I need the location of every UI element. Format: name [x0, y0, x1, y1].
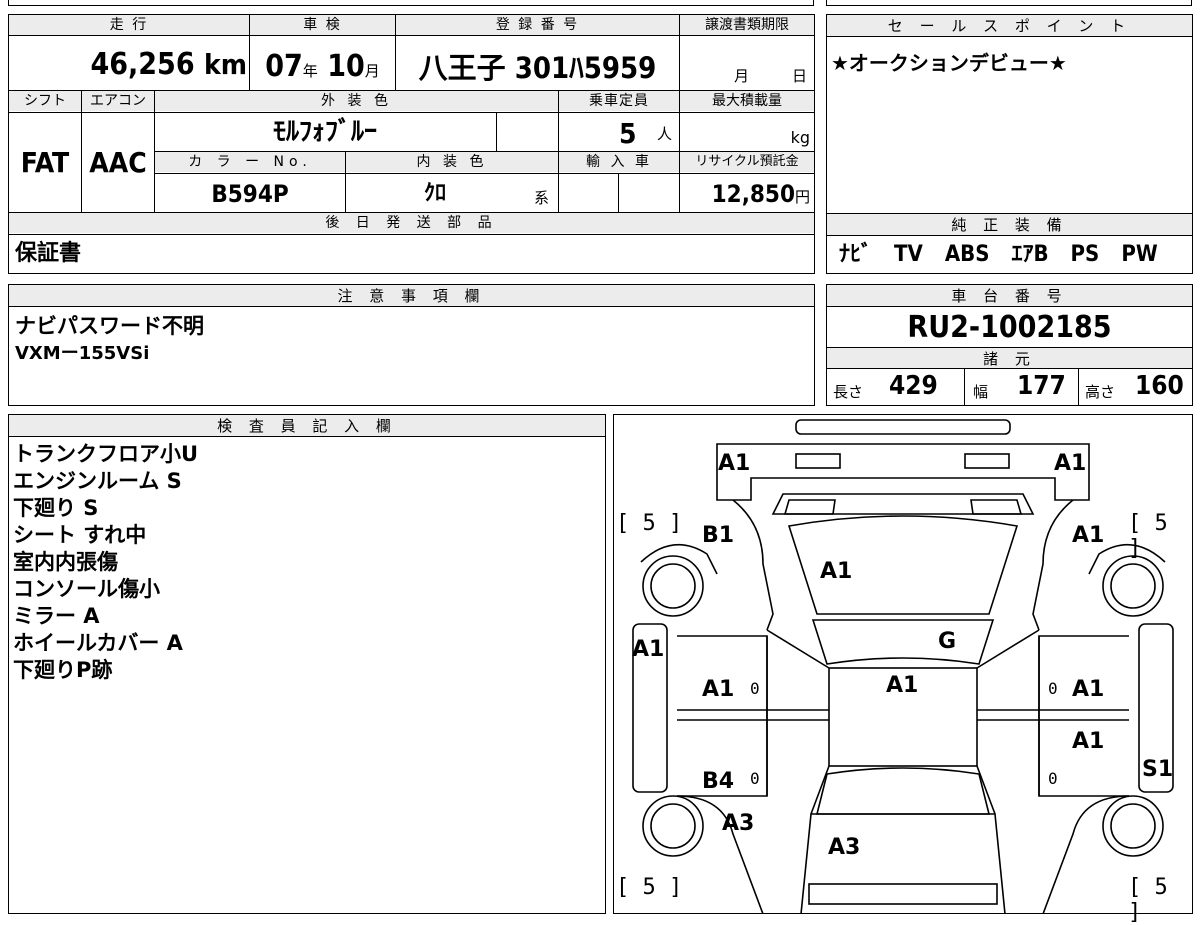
caution-line: VXMー155VSi — [15, 343, 150, 364]
mileage-label: 走 行 — [9, 15, 249, 35]
chassis-label: 車 台 番 号 — [827, 285, 1192, 307]
car-diagram-box: A1 A1 B1 A1 A1 G A1 A1 A1 A1 B4 A1 S1 A3… — [613, 414, 1193, 925]
inspector-line: 下廻り S — [13, 496, 99, 520]
colorno-value: B594P — [211, 180, 289, 208]
mark-step-right: S1 — [1142, 757, 1174, 782]
tire-depth-front-left: [ 5 ] — [616, 511, 683, 536]
sales-point-label: セ ー ル ス ポ イ ン ト — [827, 15, 1192, 37]
exterior-value: ﾓﾙﾌｫﾌﾞﾙｰ — [272, 117, 377, 147]
inspector-lines: トランクフロア小U エンジンルーム S 下廻り S シート すれ中 室内内張傷 … — [13, 441, 198, 684]
equipment-label: 純 正 装 備 — [827, 214, 1192, 236]
interior-label: 内 装 色 — [346, 152, 558, 172]
zero-mark: 0 — [750, 769, 760, 788]
maxload-value: kg — [790, 128, 810, 147]
mileage-value: 46,256 km — [90, 47, 247, 82]
zero-mark: 0 — [1048, 769, 1058, 788]
car-diagram-icon — [631, 418, 1174, 914]
inspector-box: 検 査 員 記 入 欄 トランクフロア小U エンジンルーム S 下廻り S シー… — [8, 414, 606, 914]
aircon-label: エアコン — [82, 91, 154, 111]
vehicle-info-table: 走 行 車 検 登 録 番 号 譲渡書類期限 46,256 km 07年 10月… — [8, 14, 815, 274]
zero-mark: 0 — [1048, 679, 1058, 698]
mark-pillar-left: A1 — [632, 637, 665, 662]
height-spec: 高さ 160 — [1085, 371, 1184, 401]
length-spec: 長さ 429 — [827, 369, 965, 405]
chassis-value: RU2-1002185 — [907, 310, 1112, 345]
spec-label: 諸 元 — [827, 347, 1192, 369]
shift-value: FAT — [20, 146, 70, 179]
tire-depth-rear-left: [ 5 ] — [616, 875, 683, 900]
capacity-label: 乗車定員 — [559, 91, 679, 111]
inspection-value: 07年 10月 — [265, 49, 380, 84]
inspector-line: トランクフロア小U — [13, 442, 199, 466]
import-label: 輸 入 車 — [559, 152, 679, 172]
inspector-line: 室内内張傷 — [13, 550, 118, 574]
mark-roof: A1 — [886, 673, 919, 698]
exterior-label: 外 装 色 — [155, 91, 558, 111]
recycle-label: リサイクル預託金 — [680, 152, 814, 172]
mark-door-rear-right: A1 — [1072, 729, 1105, 754]
mark-door-front-left: A1 — [702, 677, 735, 702]
inspector-line: 下廻りP跡 — [13, 658, 113, 682]
mark-front-left: A1 — [718, 451, 751, 476]
mark-door-rear-left: B4 — [702, 769, 735, 794]
zero-mark: 0 — [750, 679, 760, 698]
inspector-line: シート すれ中 — [13, 523, 147, 547]
mark-hood: A1 — [820, 559, 853, 584]
width-spec: 幅 177 — [965, 369, 1079, 405]
capacity-value: 5 人 — [619, 117, 673, 150]
caution-box: 注 意 事 項 欄 ナビパスワード不明 VXMー155VSi — [8, 284, 815, 406]
caution-line: ナビパスワード不明 — [15, 314, 204, 338]
shipping-label: 後 日 発 送 部 品 — [9, 213, 814, 233]
shipping-value: 保証書 — [15, 241, 82, 266]
inspection-label: 車 検 — [250, 15, 395, 35]
inspector-line: エンジンルーム S — [13, 469, 182, 493]
sales-point-box: セ ー ル ス ポ イ ン ト ★オークションデビュー★ — [826, 14, 1193, 214]
mark-windshield: G — [938, 629, 957, 654]
interior-value: ｸﾛ 系 — [424, 181, 550, 207]
inspector-label: 検 査 員 記 入 欄 — [9, 415, 605, 437]
tire-depth-rear-right: [ 5 ] — [1128, 875, 1168, 925]
registration-value: 八王子 301ﾊ5959 — [418, 51, 657, 85]
sales-point-value: ★オークションデビュー★ — [831, 51, 1067, 75]
mark-fender-left: B1 — [702, 523, 735, 548]
mark-door-front-right: A1 — [1072, 677, 1105, 702]
top-strip — [0, 0, 1200, 7]
caution-label: 注 意 事 項 欄 — [9, 285, 814, 307]
shift-label: シフト — [9, 91, 81, 111]
inspector-line: ホイールカバー A — [13, 631, 183, 655]
equipment-value: ﾅﾋﾞ TV ABS ｴｱB PS PW — [839, 242, 1158, 267]
equipment-box: 純 正 装 備 ﾅﾋﾞ TV ABS ｴｱB PS PW — [826, 213, 1193, 274]
inspector-line: コンソール傷小 — [13, 577, 160, 601]
mark-fender-right: A1 — [1072, 523, 1105, 548]
chassis-box: 車 台 番 号 RU2-1002185 諸 元 長さ 429 幅 177 高さ … — [826, 284, 1193, 406]
transfer-label: 譲渡書類期限 — [680, 15, 814, 35]
transfer-value: 月 日 — [734, 67, 808, 85]
colorno-label: カ ラ ー No. — [155, 152, 345, 172]
recycle-value: 12,850円 — [711, 180, 810, 208]
tire-depth-front-right: [ 5 ] — [1128, 511, 1168, 561]
maxload-label: 最大積載量 — [680, 91, 814, 111]
caution-lines: ナビパスワード不明 VXMー155VSi — [15, 313, 204, 367]
mark-quarter-left: A3 — [722, 811, 755, 836]
registration-label: 登 録 番 号 — [396, 15, 679, 35]
inspector-line: ミラー A — [13, 604, 100, 628]
aircon-value: AAC — [89, 146, 147, 179]
mark-front-right: A1 — [1054, 451, 1087, 476]
mark-rear: A3 — [828, 835, 861, 860]
